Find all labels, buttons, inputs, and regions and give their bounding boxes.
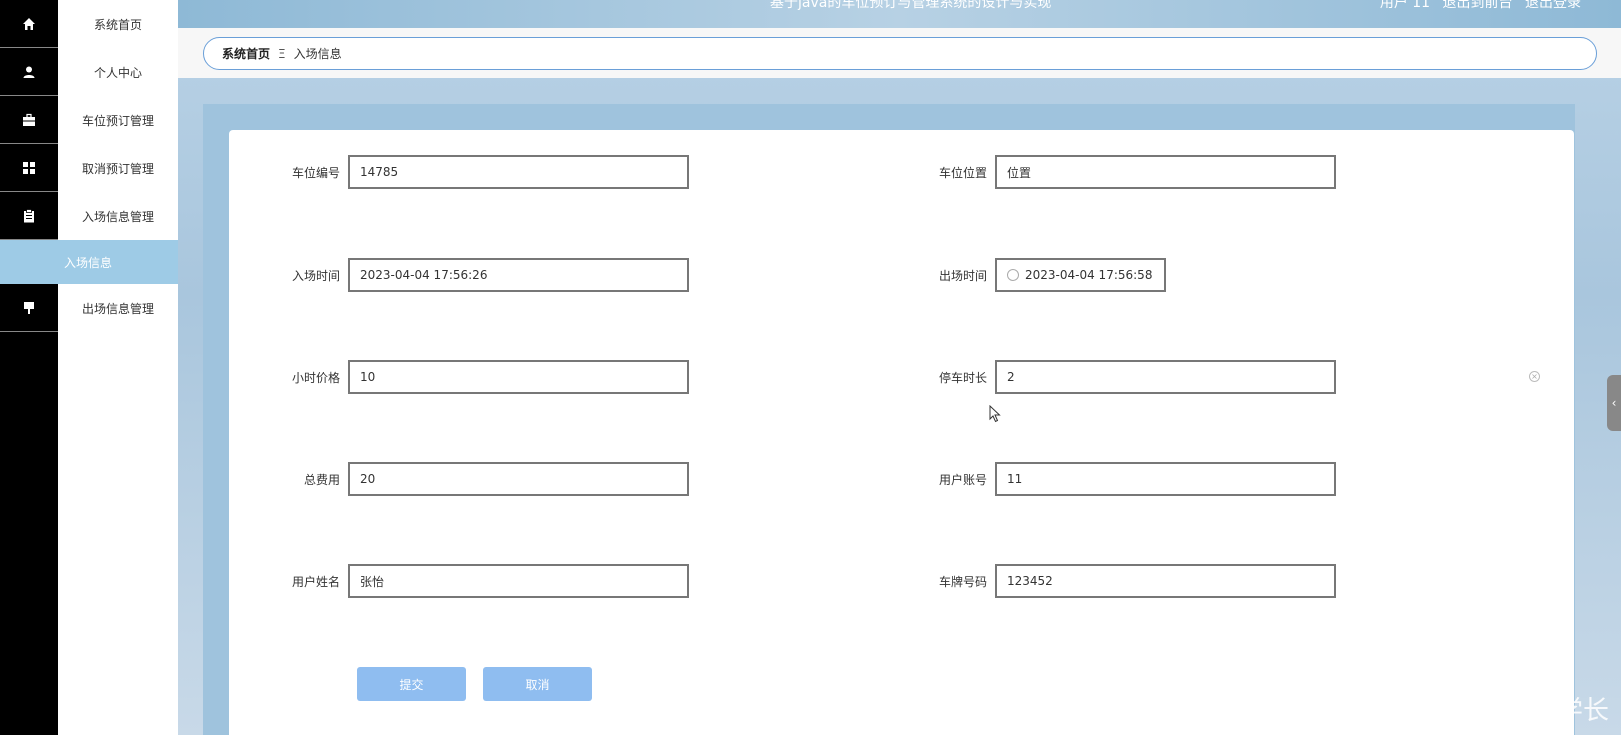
parking-no-label: 车位编号 — [291, 165, 340, 180]
sidebar-item-cancel-booking[interactable]: 取消预订管理 — [58, 144, 178, 192]
user-name-label: 用户姓名 — [291, 574, 340, 589]
top-header: 基于java的车位预订与管理系统的设计与实现 用户 11 退出到前台 退出登录 — [178, 0, 1621, 28]
plate-no-label: 车牌号码 — [938, 574, 987, 589]
cancel-button[interactable]: 取消 — [483, 667, 592, 701]
field-exit-time: 出场时间 2023-04-04 17:56:58 — [935, 258, 1166, 292]
field-duration: 停车时长 2 — [935, 360, 1336, 394]
logout-link[interactable]: 退出登录 — [1525, 0, 1581, 11]
header-user-area: 用户 11 退出到前台 退出登录 — [1372, 0, 1581, 12]
exit-time-label: 出场时间 — [938, 268, 987, 283]
current-user: 用户 11 — [1379, 0, 1431, 11]
side-toggle-tab[interactable]: ‹ — [1607, 375, 1621, 431]
sidebar-item-exit-management[interactable]: 出场信息管理 — [58, 284, 178, 332]
watermark: CSDN @小光学长 — [1396, 696, 1609, 726]
grid-icon[interactable] — [0, 144, 58, 192]
exit-time-value: 2023-04-04 17:56:58 — [1025, 268, 1153, 282]
exit-time-input[interactable]: 2023-04-04 17:56:58 — [995, 258, 1166, 292]
home-icon[interactable] — [0, 0, 58, 48]
sidebar-subitem-entry-info[interactable]: 入场信息 — [0, 240, 178, 284]
field-enter-time: 入场时间 2023-04-04 17:56:26 — [288, 258, 689, 292]
field-user-name: 用户姓名 张怡 — [288, 564, 689, 598]
field-total-fee: 总费用 20 — [288, 462, 689, 496]
sidebar-item-profile[interactable]: 个人中心 — [58, 48, 178, 96]
sidebar: 系统首页 个人中心 车位预订管理 取消预订管理 入场信息管理 入场信息 出场信息… — [0, 0, 178, 735]
duration-input[interactable]: 2 — [995, 360, 1336, 394]
user-name-input[interactable]: 张怡 — [348, 564, 689, 598]
clear-icon[interactable]: × — [1529, 371, 1540, 382]
icon-bar — [0, 0, 58, 735]
field-plate-no: 车牌号码 123452 — [935, 564, 1336, 598]
user-account-input[interactable]: 11 — [995, 462, 1336, 496]
breadcrumb-current: 入场信息 — [293, 47, 342, 61]
breadcrumb-separator: Ξ — [278, 46, 286, 61]
flag-icon[interactable] — [0, 284, 58, 332]
breadcrumb-home[interactable]: 系统首页 — [222, 45, 270, 62]
duration-label: 停车时长 — [938, 370, 987, 385]
app-title: 基于java的车位预订与管理系统的设计与实现 — [770, 0, 1052, 11]
sidebar-item-home[interactable]: 系统首页 — [58, 0, 178, 48]
back-to-front-link[interactable]: 退出到前台 — [1443, 0, 1513, 11]
hour-price-label: 小时价格 — [291, 370, 340, 385]
parking-location-input[interactable]: 位置 — [995, 155, 1336, 189]
field-hour-price: 小时价格 10 — [288, 360, 689, 394]
briefcase-icon[interactable] — [0, 96, 58, 144]
enter-time-label: 入场时间 — [291, 268, 340, 283]
enter-time-input[interactable]: 2023-04-04 17:56:26 — [348, 258, 689, 292]
sidebar-item-entry-management[interactable]: 入场信息管理 — [58, 192, 178, 240]
plate-no-input[interactable]: 123452 — [995, 564, 1336, 598]
field-parking-no: 车位编号 14785 — [288, 155, 689, 189]
clock-icon — [1007, 269, 1019, 281]
hour-price-input[interactable]: 10 — [348, 360, 689, 394]
sidebar-item-booking[interactable]: 车位预订管理 — [58, 96, 178, 144]
field-parking-location: 车位位置 位置 — [935, 155, 1336, 189]
field-user-account: 用户账号 11 — [935, 462, 1336, 496]
mouse-cursor-icon — [989, 405, 1001, 423]
submit-button[interactable]: 提交 — [357, 667, 466, 701]
user-icon[interactable] — [0, 48, 58, 96]
clipboard-icon[interactable] — [0, 192, 58, 240]
parking-no-input[interactable]: 14785 — [348, 155, 689, 189]
breadcrumb: 系统首页 Ξ 入场信息 — [203, 37, 1597, 70]
form-card — [229, 130, 1574, 735]
total-fee-input[interactable]: 20 — [348, 462, 689, 496]
total-fee-label: 总费用 — [303, 472, 340, 487]
user-account-label: 用户账号 — [938, 472, 987, 487]
breadcrumb-band: 系统首页 Ξ 入场信息 — [178, 28, 1621, 78]
parking-location-label: 车位位置 — [938, 165, 987, 180]
